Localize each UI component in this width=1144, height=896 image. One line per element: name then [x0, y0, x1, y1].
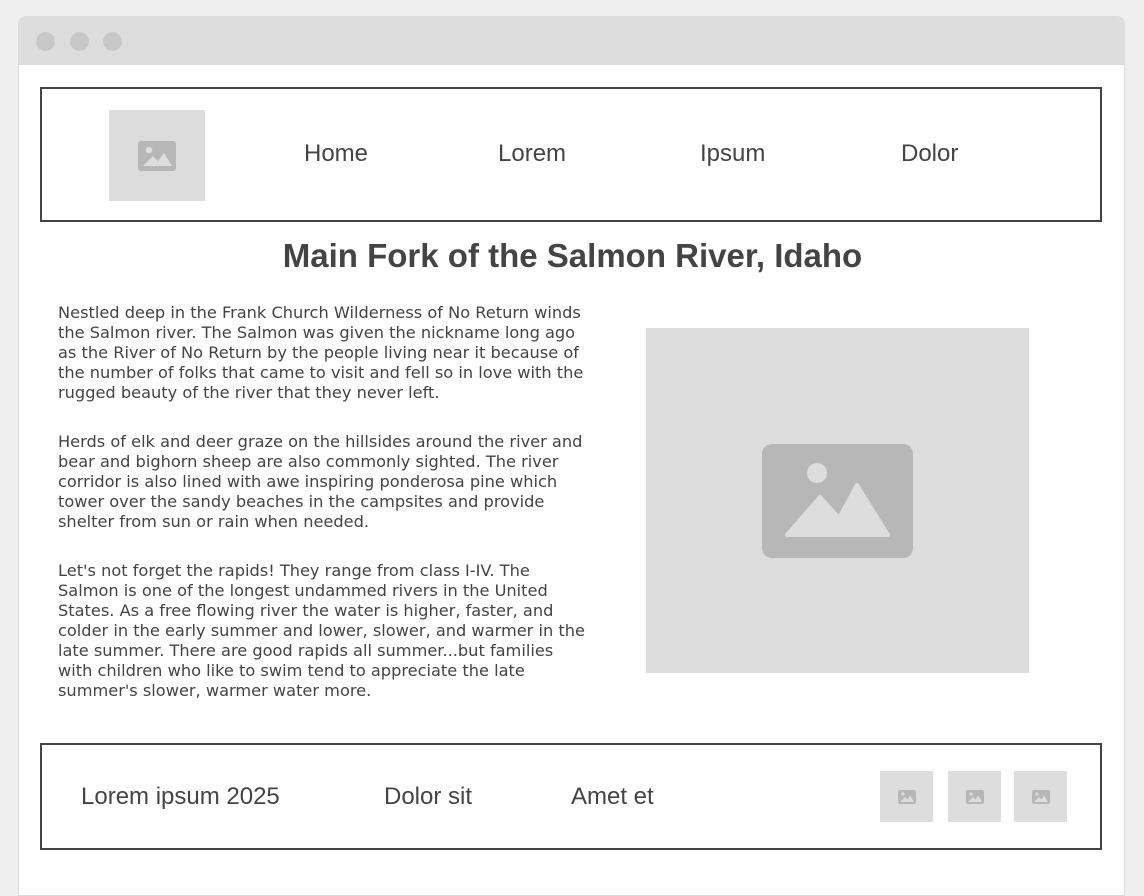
article-paragraph: Herds of elk and deer graze on the hills… [58, 432, 583, 531]
footer-link-dolor-sit[interactable]: Dolor sit [384, 783, 472, 811]
footer-link-copyright[interactable]: Lorem ipsum 2025 [81, 783, 280, 811]
window-close-dot[interactable] [36, 32, 55, 51]
article-paragraph: Nestled deep in the Frank Church Wildern… [58, 303, 584, 402]
logo[interactable] [109, 110, 205, 201]
image-placeholder-icon [762, 443, 913, 558]
image-placeholder-icon [1031, 789, 1050, 804]
social-icon-1[interactable] [880, 771, 933, 822]
nav-item-dolor[interactable]: Dolor [901, 140, 958, 168]
page-title: Main Fork of the Salmon River, Idaho [282, 237, 863, 274]
window-maximize-dot[interactable] [103, 32, 122, 51]
image-placeholder-icon [897, 789, 916, 804]
nav-item-ipsum[interactable]: Ipsum [700, 140, 765, 168]
social-icon-2[interactable] [948, 771, 1001, 822]
nav-item-lorem[interactable]: Lorem [498, 140, 566, 168]
article-body: Nestled deep in the Frank Church Wildern… [58, 303, 590, 730]
image-placeholder-icon [965, 789, 984, 804]
nav-item-home[interactable]: Home [304, 140, 368, 168]
article-paragraph: Let's not forget the rapids! They range … [58, 561, 585, 700]
window-minimize-dot[interactable] [70, 32, 89, 51]
image-placeholder-icon [138, 140, 176, 171]
hero-image [646, 328, 1029, 673]
social-icon-3[interactable] [1014, 771, 1067, 822]
site-footer: Lorem ipsum 2025 Dolor sit Amet et [40, 743, 1102, 850]
footer-link-amet-et[interactable]: Amet et [571, 783, 654, 811]
site-header: Home Lorem Ipsum Dolor [40, 87, 1102, 222]
browser-window: Home Lorem Ipsum Dolor Main Fork of the … [18, 16, 1125, 896]
window-titlebar [19, 17, 1124, 65]
